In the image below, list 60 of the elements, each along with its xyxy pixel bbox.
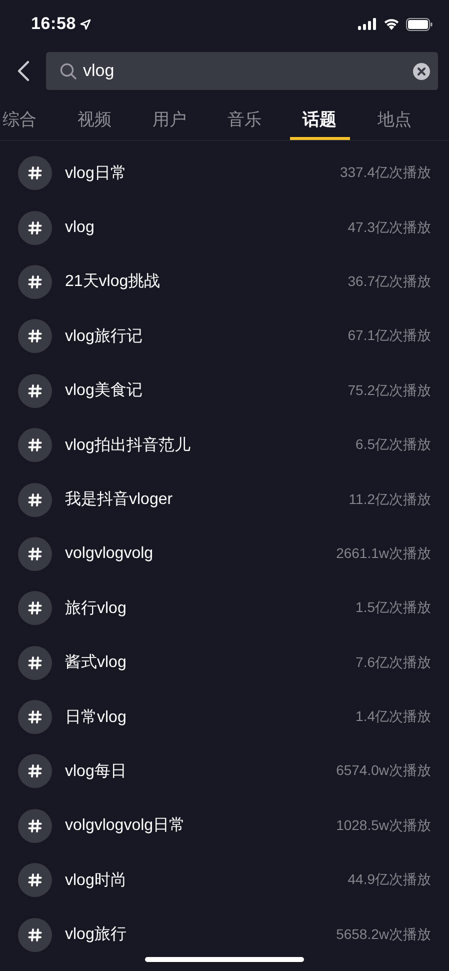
topic-name: 旅行vlog bbox=[65, 598, 126, 619]
hashtag-icon bbox=[18, 264, 52, 299]
signal-icon bbox=[358, 18, 377, 30]
topic-name: vlog日常 bbox=[65, 164, 126, 184]
hashtag-icon bbox=[18, 863, 52, 898]
hashtag-icon bbox=[18, 918, 52, 952]
play-count: 11.2亿次播放 bbox=[348, 490, 431, 509]
hashtag-icon bbox=[18, 646, 52, 680]
play-count: 2661.1w次播放 bbox=[336, 544, 431, 563]
clear-button[interactable] bbox=[413, 62, 430, 80]
hashtag-icon bbox=[18, 156, 52, 190]
tab[interactable]: 话题 bbox=[282, 98, 357, 140]
topic-name: 酱式vlog bbox=[65, 652, 126, 674]
play-count: 5658.2w次播放 bbox=[336, 926, 431, 944]
status-time: 16:58 bbox=[31, 14, 76, 34]
topic-name: vlog旅行 bbox=[65, 924, 126, 946]
hashtag-icon bbox=[18, 319, 52, 354]
wifi-icon bbox=[383, 18, 400, 30]
play-count: 1.5亿次播放 bbox=[356, 599, 431, 618]
play-count: 337.4亿次播放 bbox=[340, 164, 431, 182]
tab[interactable]: 音乐 bbox=[207, 98, 282, 140]
play-count: 47.3亿次播放 bbox=[348, 218, 431, 237]
topic-name: vlog bbox=[65, 218, 94, 237]
location-arrow-icon bbox=[80, 18, 91, 30]
topic-name: vlog拍出抖音范儿 bbox=[65, 436, 190, 456]
topic-name: volgvlogvolg bbox=[65, 544, 154, 563]
hashtag-icon bbox=[18, 428, 52, 462]
play-count: 36.7亿次播放 bbox=[348, 272, 431, 291]
topic-name: vlog时尚 bbox=[65, 870, 126, 891]
topic-name: 日常vlog bbox=[65, 708, 126, 728]
play-count: 75.2亿次播放 bbox=[348, 382, 431, 400]
hashtag-icon bbox=[18, 374, 52, 408]
tab[interactable]: 用户 bbox=[132, 98, 207, 140]
play-count: 6.5亿次播放 bbox=[356, 436, 431, 454]
back-button[interactable] bbox=[16, 60, 30, 82]
hashtag-icon bbox=[18, 754, 52, 788]
tab-underline bbox=[290, 137, 350, 140]
topic-name: volgvlogvolg日常 bbox=[65, 816, 186, 836]
topic-name: 21天vlog挑战 bbox=[65, 272, 160, 292]
hashtag-icon bbox=[18, 591, 52, 626]
play-count: 1.4亿次播放 bbox=[356, 708, 431, 726]
play-count: 44.9亿次播放 bbox=[348, 871, 431, 890]
hashtag-icon bbox=[18, 210, 52, 245]
play-count: 6574.0w次播放 bbox=[336, 762, 431, 780]
hashtag-icon bbox=[18, 482, 52, 517]
hashtag-icon bbox=[18, 700, 52, 734]
tab[interactable]: 地点 bbox=[357, 98, 432, 140]
play-count: 67.1亿次播放 bbox=[348, 327, 431, 346]
play-count: 1028.5w次播放 bbox=[336, 816, 431, 835]
search-field[interactable]: vlog bbox=[46, 52, 438, 90]
battery-icon bbox=[406, 18, 433, 30]
tab[interactable]: 综合 bbox=[0, 98, 57, 140]
topic-name: vlog美食记 bbox=[65, 380, 142, 402]
hashtag-icon bbox=[18, 536, 52, 571]
topic-name: vlog每日 bbox=[65, 762, 126, 782]
tab[interactable]: 视频 bbox=[57, 98, 132, 140]
hashtag-icon bbox=[18, 808, 52, 843]
play-count: 7.6亿次播放 bbox=[356, 654, 431, 672]
topic-name: vlog旅行记 bbox=[65, 326, 142, 347]
topic-name: 我是抖音vloger bbox=[65, 490, 173, 510]
